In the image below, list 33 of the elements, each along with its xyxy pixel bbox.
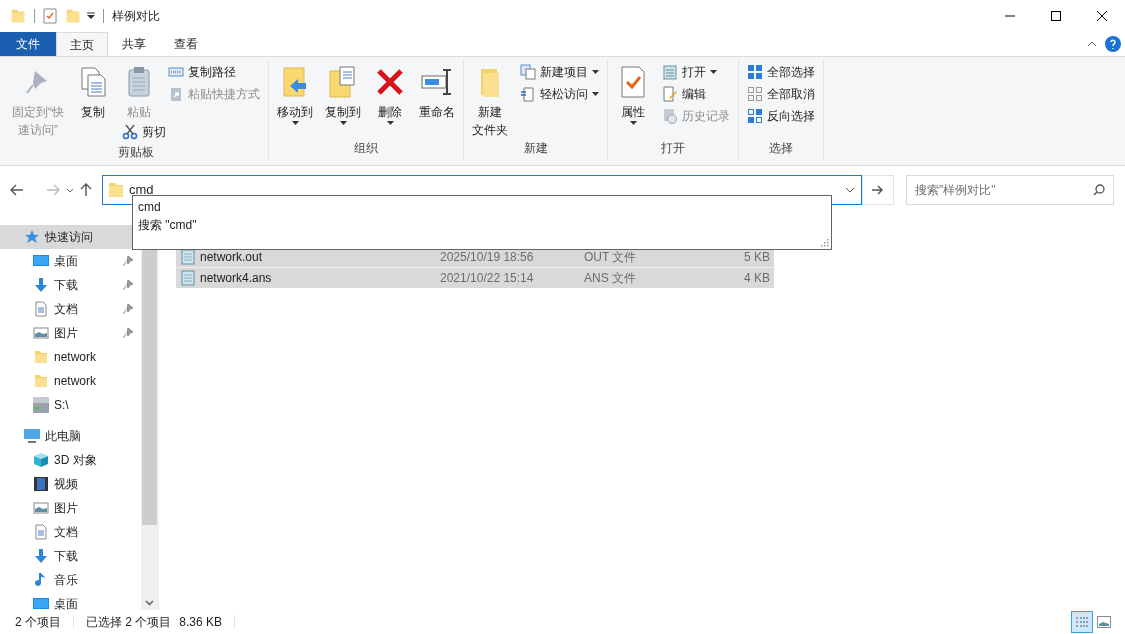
file-name: network4.ans	[200, 270, 273, 287]
file-date: 2025/10/19 18:56	[440, 248, 535, 266]
nav-label: 下载	[54, 277, 79, 294]
file-size: 4 KB	[743, 270, 770, 287]
file-type: OUT 文件	[584, 248, 638, 266]
group-label: 剪贴板	[118, 144, 154, 161]
file-type: ANS 文件	[584, 270, 637, 287]
selection-size: 8.36 KB	[179, 614, 223, 631]
selection-count: 已选择 2 个项目	[86, 614, 172, 631]
file-size: 5 KB	[743, 248, 770, 266]
group-label: 打开	[661, 140, 685, 157]
group-label: 选择	[769, 140, 793, 157]
nav-label: 下载	[54, 548, 79, 565]
file-date: 2021/10/22 15:14	[440, 270, 535, 287]
nav-label: network	[54, 373, 98, 390]
nav-label: 快速访问	[45, 229, 94, 246]
item-count: 2 个项目	[15, 614, 61, 631]
nav-label: 图片	[54, 500, 79, 517]
window-title: 样例对比	[112, 8, 160, 25]
nav-label: 此电脑	[45, 428, 82, 445]
group-label: 组织	[354, 140, 378, 157]
group-label: 新建	[523, 140, 548, 157]
file-name: network.out	[200, 248, 264, 266]
nav-label: 文档	[54, 301, 79, 318]
nav-label: S:\	[54, 397, 70, 414]
nav-label: 图片	[54, 325, 79, 342]
nav-label: 音乐	[54, 572, 79, 589]
nav-label: network	[54, 349, 98, 366]
nav-label: 文档	[54, 524, 79, 541]
nav-label: 3D 对象	[54, 452, 98, 469]
nav-label: 桌面	[54, 596, 79, 610]
nav-label: 桌面	[54, 253, 79, 270]
nav-label: 视频	[54, 476, 79, 493]
